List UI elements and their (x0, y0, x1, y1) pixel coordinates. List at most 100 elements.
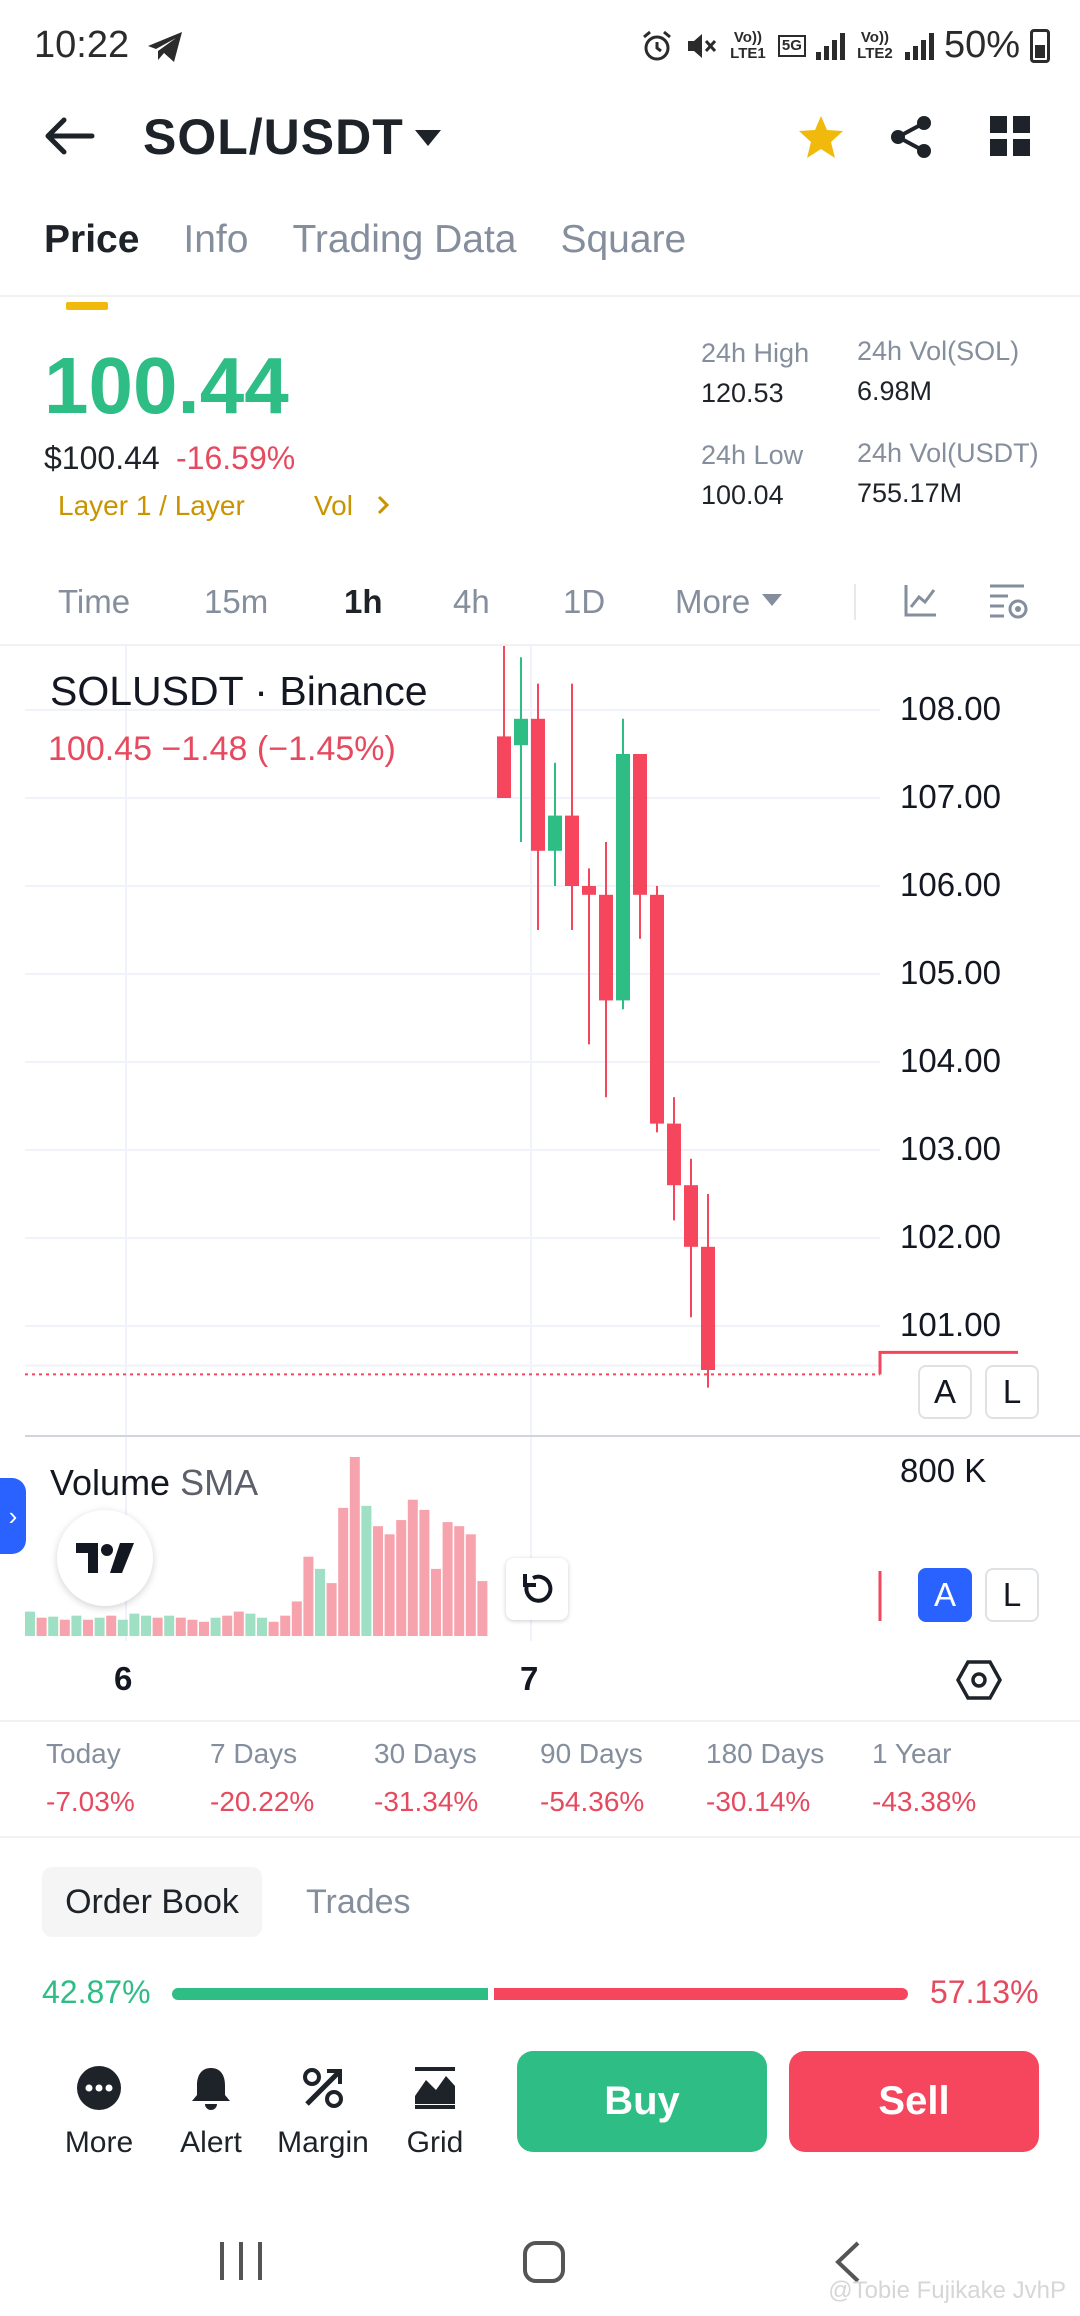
interval-time[interactable]: Time (58, 583, 130, 621)
caret-down-icon[interactable] (760, 592, 784, 608)
perf-value: -20.22% (210, 1786, 315, 1817)
y-tick-label: 101.00 (900, 1306, 1001, 1343)
tag-layer[interactable]: Layer 1 / Layer (58, 490, 245, 522)
volume-bar (465, 1534, 476, 1636)
buy-ratio: 42.87% (42, 1974, 151, 2010)
stat-vol-usdt-value: 755.17M (857, 478, 963, 508)
interval-1d[interactable]: 1D (563, 583, 605, 621)
volume-bar (268, 1621, 279, 1636)
candle (531, 718, 545, 851)
signal-icon (815, 32, 845, 60)
status-icons: Vo)) LTE1 5G Vo)) LTE2 50% (640, 24, 1050, 67)
status-bar: 10:22 Vo)) LTE1 5G Vo)) LTE2 50% (0, 0, 1080, 95)
volume-bar (152, 1617, 163, 1636)
candle (701, 1246, 715, 1370)
alert-action[interactable]: Alert (156, 2058, 266, 2160)
page-tabs: Price Info Trading Data Square (44, 218, 686, 310)
grid-icon[interactable] (990, 116, 1030, 156)
mute-icon (687, 33, 717, 58)
recent-apps-icon[interactable] (218, 2240, 264, 2282)
tradingview-logo[interactable] (57, 1510, 153, 1606)
sell-ratio-bar (494, 1988, 908, 2000)
divider (0, 1836, 1080, 1838)
reset-chart-button[interactable] (506, 1558, 568, 1620)
chevron-down-icon[interactable] (413, 128, 443, 148)
x-date-label: 7 (520, 1660, 539, 1697)
perf-label: 90 Days (540, 1738, 643, 1769)
bell-icon (192, 2068, 230, 2110)
battery-percent: 50% (943, 24, 1020, 66)
volume-bar (384, 1534, 395, 1636)
tab-trades[interactable]: Trades (306, 1867, 411, 1937)
tab-price[interactable]: Price (44, 218, 139, 310)
telegram-icon (148, 32, 182, 62)
interval-1h[interactable]: 1h (344, 583, 383, 621)
stat-low-label: 24h Low (701, 440, 804, 470)
margin-action[interactable]: Margin (268, 2058, 378, 2160)
perf-item: 30 Days -31.34% (374, 1738, 478, 1818)
stat-vol-usdt-label: 24h Vol(USDT) (857, 438, 1039, 468)
alarm-icon (642, 30, 671, 60)
perf-value: -43.38% (872, 1786, 977, 1817)
volume-log-button[interactable]: L (985, 1568, 1039, 1622)
volume-bar (233, 1611, 244, 1636)
chevron-right-icon[interactable] (376, 494, 390, 516)
grid-label: Grid (406, 2126, 464, 2159)
share-icon[interactable] (888, 114, 934, 160)
interval-4h[interactable]: 4h (453, 583, 490, 621)
volume-bar (280, 1615, 291, 1636)
perf-label: 30 Days (374, 1738, 477, 1769)
candle (599, 894, 613, 1001)
tradingview-icon (76, 1543, 134, 1573)
signal-icon (904, 32, 934, 60)
indicator-icon[interactable] (903, 582, 939, 618)
pair-title[interactable]: SOL/USDT (143, 108, 404, 166)
buy-button[interactable]: Buy (517, 2051, 767, 2152)
tab-square[interactable]: Square (560, 218, 686, 262)
log-scale-button[interactable]: L (985, 1365, 1039, 1419)
volume-bar (326, 1583, 337, 1636)
chart-settings-hex-icon[interactable] (956, 1660, 1002, 1700)
reset-icon (523, 1574, 553, 1603)
home-icon[interactable] (522, 2240, 566, 2284)
interval-15m[interactable]: 15m (204, 583, 268, 621)
tab-order-book[interactable]: Order Book (42, 1867, 262, 1937)
volume-bar (419, 1509, 430, 1636)
stat-low-value: 100.04 (701, 480, 784, 510)
volume-bar (210, 1617, 221, 1636)
candle (633, 754, 647, 895)
volume-bar (257, 1617, 267, 1636)
star-icon[interactable] (797, 114, 845, 160)
auto-scale-button[interactable]: A (918, 1365, 972, 1419)
perf-value: -31.34% (374, 1786, 479, 1817)
drawer-handle[interactable]: › (0, 1478, 26, 1554)
volume-bar (175, 1617, 186, 1636)
price-change-percent: -16.59% (176, 440, 296, 476)
volume-auto-button[interactable]: A (918, 1568, 972, 1622)
volume-bar (25, 1611, 35, 1636)
tab-trading-data[interactable]: Trading Data (292, 218, 516, 262)
interval-more[interactable]: More (675, 583, 750, 621)
volume-bar (291, 1601, 302, 1636)
y-tick-label: 106.00 (900, 866, 1001, 903)
candle (548, 815, 562, 851)
volume-bar (454, 1526, 465, 1636)
perf-item: 7 Days -20.22% (210, 1738, 314, 1818)
volume-bar (222, 1615, 233, 1636)
x-date-label: 6 (114, 1660, 133, 1697)
tag-vol[interactable]: Vol (314, 490, 353, 522)
volume-title: Volume SMA (50, 1462, 258, 1504)
buy-ratio-bar (172, 1988, 488, 2000)
volume-bar (48, 1616, 59, 1636)
tab-info[interactable]: Info (183, 218, 248, 262)
grid-action[interactable]: Grid (380, 2058, 490, 2160)
volume-bar (338, 1507, 349, 1636)
back-arrow-icon[interactable] (44, 116, 96, 156)
y-tick-label: 103.00 (900, 1130, 1001, 1167)
divider (0, 295, 1080, 297)
stat-vol-sol-value: 6.98M (857, 376, 933, 406)
sell-button[interactable]: Sell (789, 2051, 1039, 2152)
more-action[interactable]: More (44, 2058, 154, 2160)
chart-settings-icon[interactable] (988, 582, 1030, 622)
volume-bar (303, 1556, 314, 1636)
